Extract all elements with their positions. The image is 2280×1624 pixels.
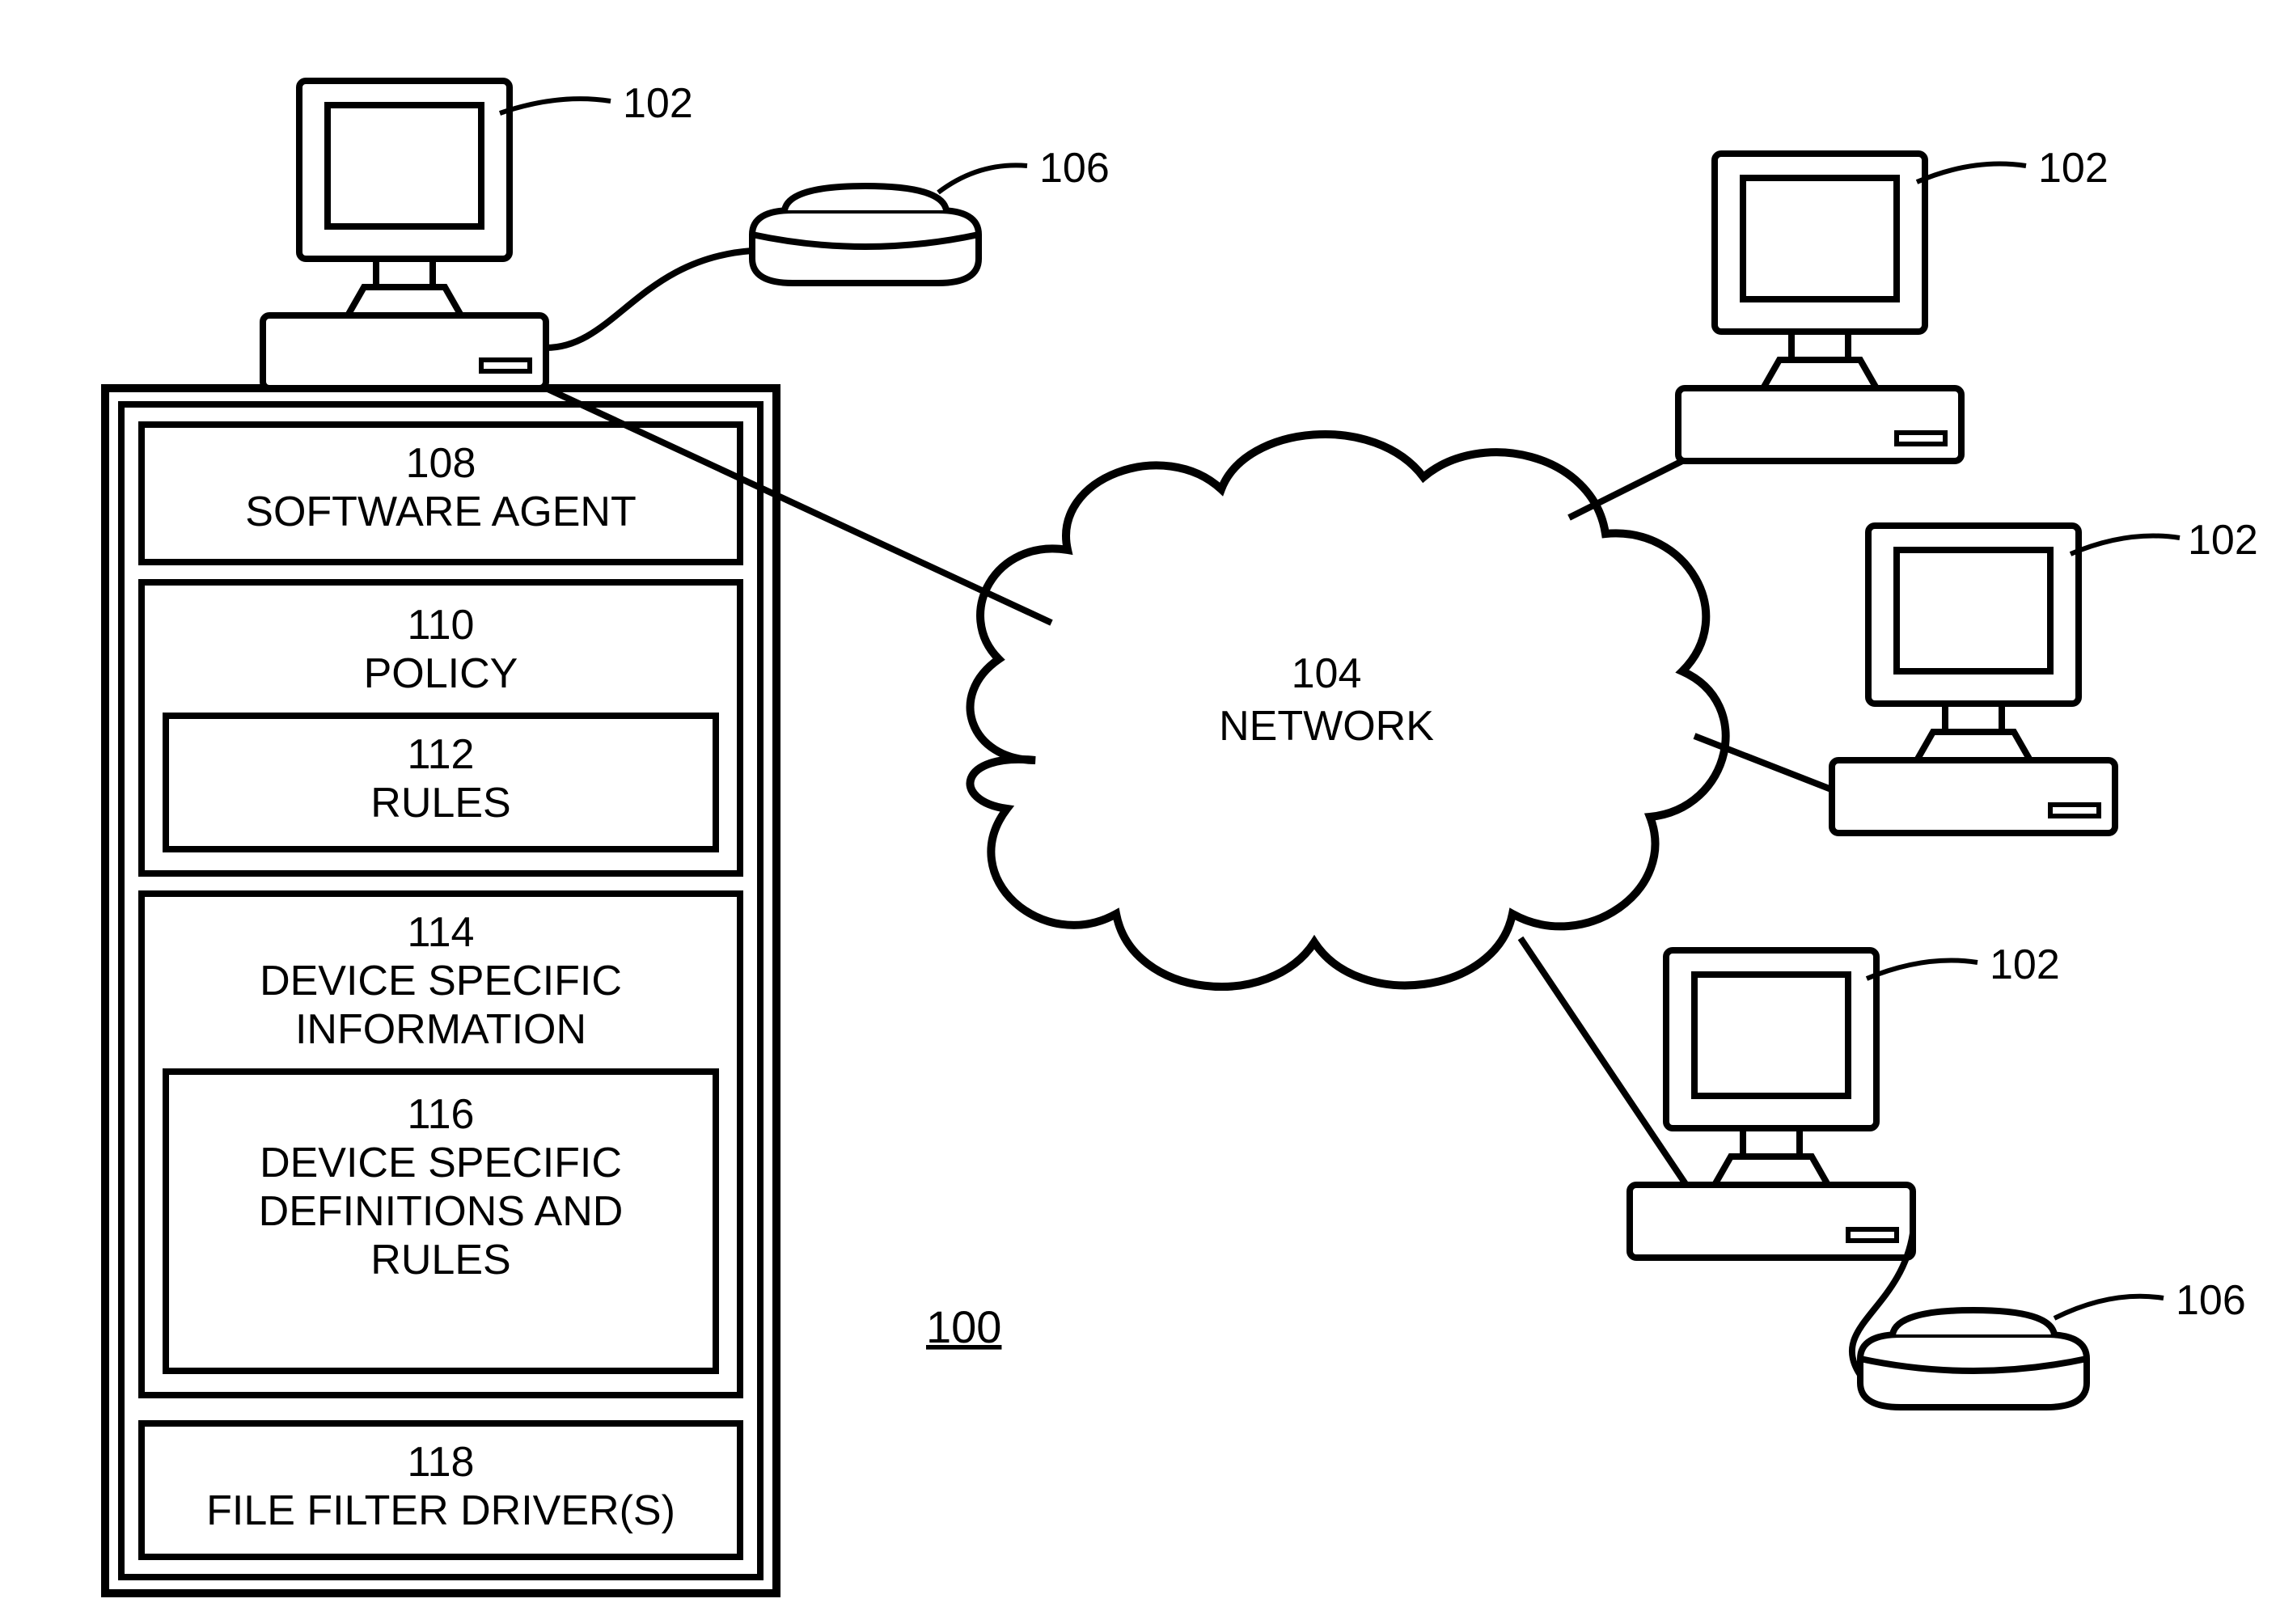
ref-106-left: 106 [1039,145,1110,192]
ref-106-br: 106 [2176,1277,2246,1324]
svg-text:INFORMATION: INFORMATION [295,1006,586,1053]
label-network: NETWORK [1219,703,1434,750]
network-cloud: 104 NETWORK [970,434,1725,987]
computer-mid-right: 102 [1832,517,2258,833]
svg-text:DEFINITIONS AND: DEFINITIONS AND [259,1188,624,1235]
ref-110: 110 [408,602,475,649]
label-software-agent: SOFTWARE AGENT [245,488,636,535]
box-file-filter-driver: 118 FILE FILTER DRIVER(S) [142,1423,740,1557]
box-policy: 110 POLICY 112 RULES [142,582,740,873]
svg-text:DEVICE SPECIFIC: DEVICE SPECIFIC [260,958,622,1004]
ref-102-mr: 102 [2188,517,2258,564]
box-software-agent: 108 SOFTWARE AGENT [142,425,740,562]
ref-114: 114 [408,909,475,956]
peripheral-left: 106 [546,145,1110,348]
computer-left: 102 [263,80,693,388]
ref-102-tr: 102 [2038,145,2109,192]
computer-bot-right: 102 [1630,941,2060,1258]
label-policy: POLICY [364,650,518,697]
ref-102-left: 102 [623,80,693,127]
label-rules: RULES [370,780,510,827]
ref-116: 116 [408,1091,475,1138]
box-device-defs: 116 DEVICE SPECIFIC DEFINITIONS AND RULE… [166,1072,716,1371]
ref-112: 112 [408,731,475,778]
box-device-info: 114 DEVICE SPECIFIC INFORMATION 116 DEVI… [142,894,740,1395]
svg-text:RULES: RULES [370,1237,510,1284]
ref-104: 104 [1292,650,1362,697]
ref-118: 118 [408,1439,475,1486]
ref-102-br: 102 [1990,941,2060,988]
computer-top-right: 102 [1678,145,2109,461]
label-ffd: FILE FILTER DRIVER(S) [206,1487,675,1534]
box-rules: 112 RULES [166,716,716,849]
ref-108: 108 [406,440,476,487]
svg-text:DEVICE SPECIFIC: DEVICE SPECIFIC [260,1140,622,1186]
left-stack: 108 SOFTWARE AGENT 110 POLICY 112 RULES … [105,388,776,1593]
figure-number: 100 [926,1301,1001,1352]
